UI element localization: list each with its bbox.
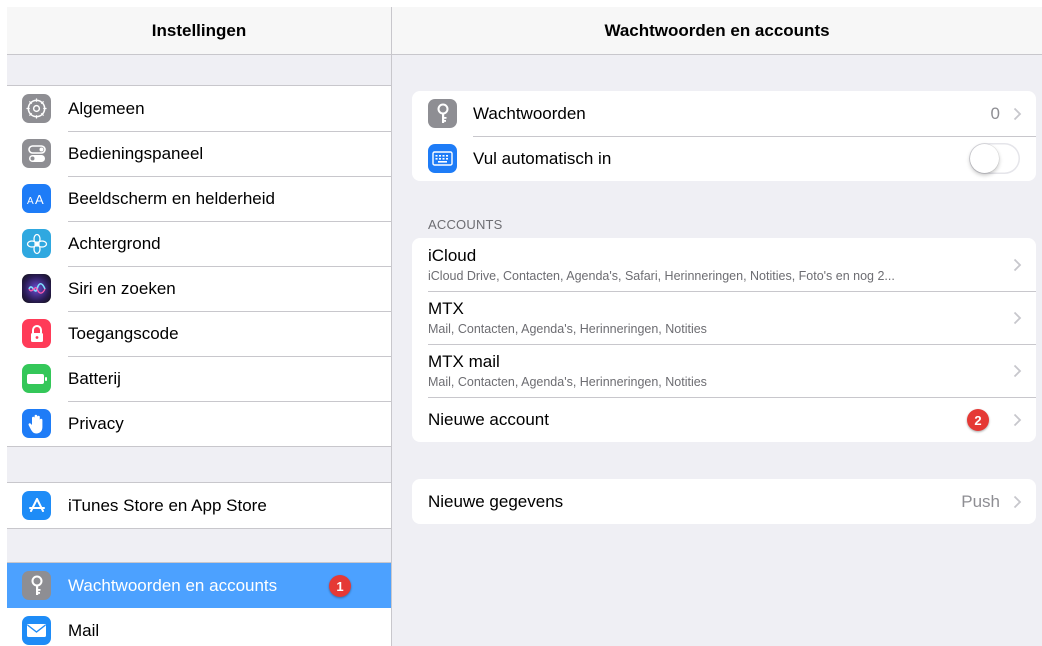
account-title: MTX <box>428 299 464 318</box>
autofill-label: Vul automatisch in <box>473 148 612 168</box>
key-icon <box>22 571 51 600</box>
account-row-mtx[interactable]: MTX Mail, Contacten, Agenda's, Herinneri… <box>412 291 1036 344</box>
chevron-right-icon <box>1013 495 1022 508</box>
passwords-count: 0 <box>990 103 1000 123</box>
account-title: MTX mail <box>428 352 500 371</box>
sidebar-item-achtergrond[interactable]: Achtergrond <box>7 221 391 266</box>
account-subtitle: Mail, Contacten, Agenda's, Herinneringen… <box>428 322 707 336</box>
sidebar-item-label: Mail <box>68 620 100 640</box>
autofill-toggle[interactable] <box>969 143 1020 174</box>
accounts-card: iCloud iCloud Drive, Contacten, Agenda's… <box>412 238 1036 442</box>
control-center-icon <box>22 139 51 168</box>
chevron-right-icon <box>1013 258 1022 271</box>
autofill-row: Vul automatisch in <box>412 136 1036 181</box>
sidebar-group-accounts: Wachtwoorden en accounts 1 Mail <box>7 562 391 646</box>
sidebar-item-algemeen[interactable]: Algemeen <box>7 86 391 131</box>
account-subtitle: iCloud Drive, Contacten, Agenda's, Safar… <box>428 269 895 283</box>
gear-icon <box>22 94 51 123</box>
sidebar-item-privacy[interactable]: Privacy <box>7 401 391 446</box>
sidebar-item-itunes-app-store[interactable]: iTunes Store en App Store <box>7 483 391 528</box>
detail-pane: Wachtwoorden en accounts Wachtwoorden 0 … <box>392 7 1042 646</box>
chevron-right-icon <box>1013 311 1022 324</box>
sidebar-item-label: Privacy <box>68 413 124 433</box>
sidebar-item-label: iTunes Store en App Store <box>68 495 267 515</box>
app-store-icon <box>22 491 51 520</box>
settings-app: Instellingen Algemeen Bedieningspaneel A… <box>7 7 1042 646</box>
sidebar: Instellingen Algemeen Bedieningspaneel A… <box>7 7 392 646</box>
sidebar-item-siri[interactable]: Siri en zoeken <box>7 266 391 311</box>
account-title: iCloud <box>428 246 477 265</box>
sidebar-item-beeldscherm[interactable]: AA Beeldscherm en helderheid <box>7 176 391 221</box>
chevron-right-icon <box>1013 364 1022 377</box>
accounts-section-header: ACCOUNTS <box>428 217 503 232</box>
annotation-badge: 1 <box>329 575 351 597</box>
svg-text:A: A <box>35 192 44 206</box>
battery-icon <box>22 364 51 393</box>
account-row-mtx-mail[interactable]: MTX mail Mail, Contacten, Agenda's, Heri… <box>412 344 1036 397</box>
key-icon <box>428 99 457 128</box>
display-brightness-icon: AA <box>22 184 51 213</box>
sidebar-item-label: Wachtwoorden en accounts <box>68 575 278 595</box>
sidebar-title: Instellingen <box>7 7 391 55</box>
passwords-card: Wachtwoorden 0 Vul automatisch in <box>412 91 1036 181</box>
passwords-row[interactable]: Wachtwoorden 0 <box>412 91 1036 136</box>
annotation-badge: 2 <box>967 409 989 431</box>
keyboard-icon <box>428 144 457 173</box>
sidebar-item-label: Beeldscherm en helderheid <box>68 188 275 208</box>
fetch-value: Push <box>961 491 1000 511</box>
sidebar-item-toegangscode[interactable]: Toegangscode <box>7 311 391 356</box>
chevron-right-icon <box>1013 107 1022 120</box>
sidebar-item-bedieningspaneel[interactable]: Bedieningspaneel <box>7 131 391 176</box>
sidebar-item-label: Algemeen <box>68 98 145 118</box>
hand-icon <box>22 409 51 438</box>
fetch-card: Nieuwe gegevens Push <box>412 479 1036 524</box>
sidebar-item-label: Bedieningspaneel <box>68 143 204 163</box>
sidebar-item-mail[interactable]: Mail <box>7 608 391 646</box>
svg-text:A: A <box>27 196 34 206</box>
sidebar-item-label: Toegangscode <box>68 323 179 343</box>
siri-icon <box>22 274 51 303</box>
mail-icon <box>22 616 51 645</box>
sidebar-item-label: Siri en zoeken <box>68 278 176 298</box>
sidebar-group-store: iTunes Store en App Store <box>7 482 391 529</box>
new-account-label: Nieuwe account <box>428 409 549 429</box>
account-row-icloud[interactable]: iCloud iCloud Drive, Contacten, Agenda's… <box>412 238 1036 291</box>
detail-title: Wachtwoorden en accounts <box>392 7 1042 55</box>
sidebar-item-wachtwoorden-accounts[interactable]: Wachtwoorden en accounts 1 <box>7 563 391 608</box>
sidebar-item-label: Batterij <box>68 368 121 388</box>
lock-icon <box>22 319 51 348</box>
toggle-knob <box>970 144 999 173</box>
new-account-row[interactable]: Nieuwe account 2 <box>412 397 1036 442</box>
account-subtitle: Mail, Contacten, Agenda's, Herinneringen… <box>428 375 707 389</box>
sidebar-group-general: Algemeen Bedieningspaneel AA Beeldscherm… <box>7 85 391 447</box>
sidebar-item-label: Achtergrond <box>68 233 161 253</box>
wallpaper-icon <box>22 229 51 258</box>
fetch-label: Nieuwe gegevens <box>428 491 564 511</box>
fetch-new-data-row[interactable]: Nieuwe gegevens Push <box>412 479 1036 524</box>
chevron-right-icon <box>1013 413 1022 426</box>
passwords-label: Wachtwoorden <box>473 103 586 123</box>
sidebar-item-batterij[interactable]: Batterij <box>7 356 391 401</box>
